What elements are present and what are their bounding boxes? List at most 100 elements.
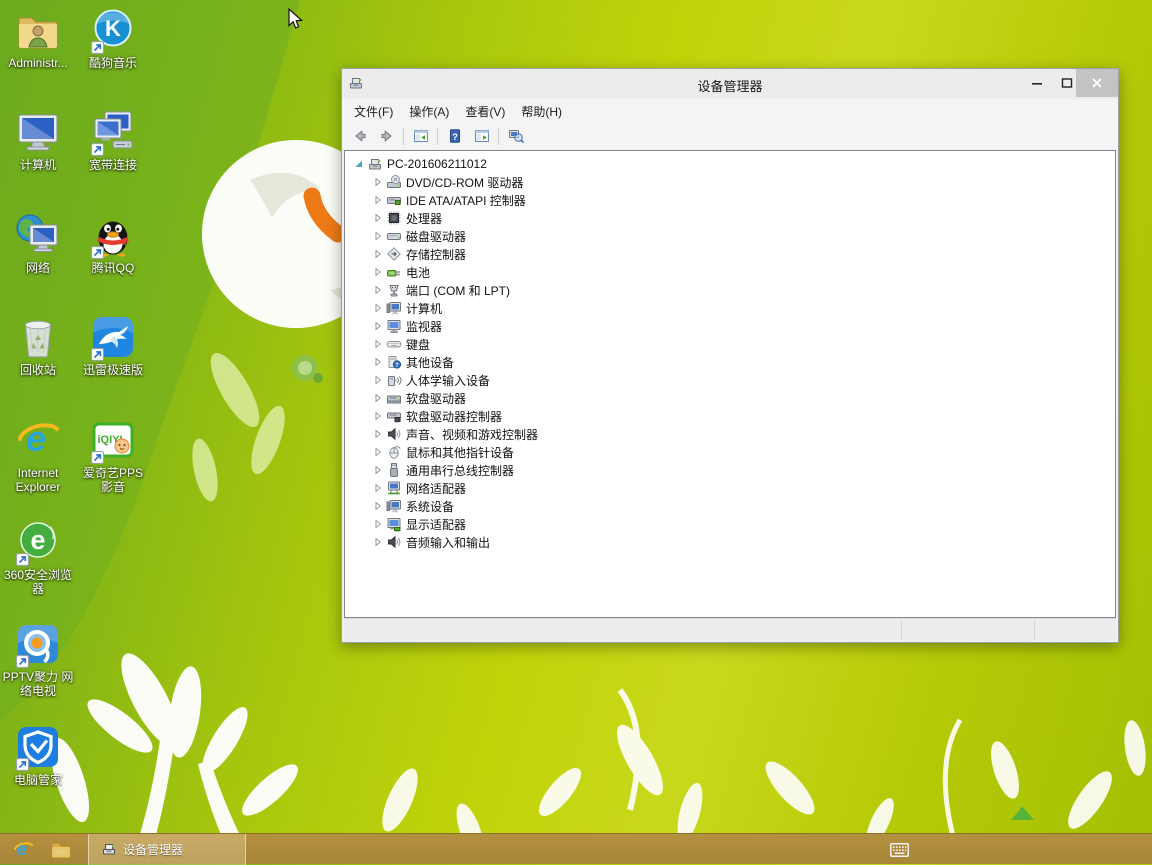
- desktop-icon-pc-manager[interactable]: 电脑管家: [1, 723, 75, 787]
- tree-item[interactable]: 软盘驱动器: [345, 389, 1115, 407]
- taskbar-internet-explorer[interactable]: e: [8, 836, 38, 862]
- tree-item[interactable]: 处理器: [345, 209, 1115, 227]
- scan-hardware-button[interactable]: [502, 124, 529, 149]
- tree-item-label: 键盘: [406, 336, 430, 353]
- computer-sys-icon: [386, 300, 402, 316]
- tree-item-label: 音频输入和输出: [406, 534, 490, 551]
- desktop-icon-network[interactable]: 网络: [1, 211, 75, 275]
- shortcut-arrow-icon: [16, 553, 29, 566]
- tree-item[interactable]: 鼠标和其他指针设备: [345, 443, 1115, 461]
- menu-view[interactable]: 查看(V): [457, 99, 513, 124]
- tree-item[interactable]: 显示适配器: [345, 515, 1115, 533]
- show-console-tree-button[interactable]: [407, 124, 434, 149]
- expander-closed-icon[interactable]: [370, 498, 386, 514]
- expander-open-icon[interactable]: [351, 156, 367, 172]
- desktop-icon-label: 回收站: [1, 363, 75, 377]
- expander-closed-icon[interactable]: [370, 516, 386, 532]
- expander-closed-icon[interactable]: [370, 192, 386, 208]
- tree-item[interactable]: 音频输入和输出: [345, 533, 1115, 551]
- title-bar[interactable]: 设备管理器: [342, 69, 1118, 99]
- desktop-icon-label: 酷狗音乐: [76, 56, 150, 70]
- desktop-icon-internet-explorer[interactable]: eInternet Explorer: [1, 416, 75, 494]
- task-button-label: 设备管理器: [123, 841, 183, 858]
- desktop-icon-360-browser[interactable]: e360安全浏览器: [1, 518, 75, 596]
- desktop-icon-broadband-connection[interactable]: 宽带连接: [76, 108, 150, 172]
- tree-item[interactable]: 人体学输入设备: [345, 371, 1115, 389]
- expander-closed-icon[interactable]: [370, 372, 386, 388]
- help-button[interactable]: ?: [441, 124, 468, 149]
- ide-icon: [386, 192, 402, 208]
- properties-button[interactable]: [468, 124, 495, 149]
- tree-item[interactable]: 存储控制器: [345, 245, 1115, 263]
- tree-item[interactable]: 通用串行总线控制器: [345, 461, 1115, 479]
- desktop-icon-administrator-folder[interactable]: Administr...: [1, 6, 75, 70]
- desktop-icon-label: 爱奇艺PPS 影音: [76, 466, 150, 494]
- desktop-icon-label: Internet Explorer: [1, 466, 75, 494]
- expander-closed-icon[interactable]: [370, 444, 386, 460]
- tree-item[interactable]: IDE ATA/ATAPI 控制器: [345, 191, 1115, 209]
- storage-icon: [386, 246, 402, 262]
- desktop-icon-tencent-qq[interactable]: 腾讯QQ: [76, 211, 150, 275]
- desktop-icon-recycle-bin[interactable]: 回收站: [1, 313, 75, 377]
- desktop-icon-iqiyi-pps[interactable]: iQIYI爱奇艺PPS 影音: [76, 416, 150, 494]
- menu-file[interactable]: 文件(F): [346, 99, 401, 124]
- expander-closed-icon[interactable]: [370, 246, 386, 262]
- minimize-button[interactable]: [1024, 69, 1050, 97]
- tree-item[interactable]: 键盘: [345, 335, 1115, 353]
- desktop-icon-thunder-speed[interactable]: 迅雷极速版: [76, 313, 150, 377]
- expander-closed-icon[interactable]: [370, 354, 386, 370]
- broadband-connection-icon: [89, 108, 137, 156]
- tree-item[interactable]: 系统设备: [345, 497, 1115, 515]
- expander-closed-icon[interactable]: [370, 174, 386, 190]
- expander-closed-icon[interactable]: [370, 300, 386, 316]
- tree-item-label: 鼠标和其他指针设备: [406, 444, 514, 461]
- tree-item[interactable]: 软盘驱动器控制器: [345, 407, 1115, 425]
- expander-closed-icon[interactable]: [370, 336, 386, 352]
- desktop-icon-pptv[interactable]: PPTV聚力 网络电视: [1, 620, 75, 698]
- net-adapter-icon: [386, 480, 402, 496]
- tree-item[interactable]: 网络适配器: [345, 479, 1115, 497]
- expander-closed-icon[interactable]: [370, 534, 386, 550]
- tree-item-label: 软盘驱动器: [406, 390, 466, 407]
- desktop-icon-label: 计算机: [1, 158, 75, 172]
- tree-item[interactable]: 电池: [345, 263, 1115, 281]
- tree-item-label: 显示适配器: [406, 516, 466, 533]
- close-button[interactable]: [1076, 69, 1118, 97]
- taskbar-file-explorer[interactable]: [46, 836, 76, 862]
- expander-closed-icon[interactable]: [370, 462, 386, 478]
- expander-closed-icon[interactable]: [370, 318, 386, 334]
- touch-keyboard-icon[interactable]: [890, 843, 909, 857]
- expander-closed-icon[interactable]: [370, 282, 386, 298]
- network-icon: [14, 211, 62, 259]
- tree-item[interactable]: 声音、视频和游戏控制器: [345, 425, 1115, 443]
- menu-help[interactable]: 帮助(H): [513, 99, 570, 124]
- tree-item[interactable]: PC-201606211012: [345, 155, 1115, 173]
- tree-item[interactable]: 计算机: [345, 299, 1115, 317]
- toolbar-separator: [437, 128, 438, 145]
- tree-item[interactable]: 磁盘驱动器: [345, 227, 1115, 245]
- tree-item[interactable]: 端口 (COM 和 LPT): [345, 281, 1115, 299]
- tree-item[interactable]: DVD/CD-ROM 驱动器: [345, 173, 1115, 191]
- status-divider: [901, 621, 902, 639]
- tree-item[interactable]: 监视器: [345, 317, 1115, 335]
- desktop-icon-kugou-music[interactable]: K酷狗音乐: [76, 6, 150, 70]
- tree-item-label: DVD/CD-ROM 驱动器: [406, 174, 523, 191]
- menu-action[interactable]: 操作(A): [401, 99, 457, 124]
- expander-closed-icon[interactable]: [370, 390, 386, 406]
- toolbar-separator: [498, 128, 499, 145]
- expander-closed-icon[interactable]: [370, 264, 386, 280]
- expander-closed-icon[interactable]: [370, 228, 386, 244]
- hid-icon: [386, 372, 402, 388]
- back-button[interactable]: [346, 124, 373, 149]
- tree-item[interactable]: ?其他设备: [345, 353, 1115, 371]
- expander-closed-icon[interactable]: [370, 210, 386, 226]
- forward-button[interactable]: [373, 124, 400, 149]
- administrator-folder-icon: [14, 6, 62, 54]
- taskbar-task-device-manager[interactable]: 设备管理器: [88, 834, 246, 865]
- tree-item-label: 磁盘驱动器: [406, 228, 466, 245]
- expander-closed-icon[interactable]: [370, 480, 386, 496]
- expander-closed-icon[interactable]: [370, 426, 386, 442]
- close-icon: [1091, 77, 1103, 89]
- desktop-icon-computer[interactable]: 计算机: [1, 108, 75, 172]
- expander-closed-icon[interactable]: [370, 408, 386, 424]
